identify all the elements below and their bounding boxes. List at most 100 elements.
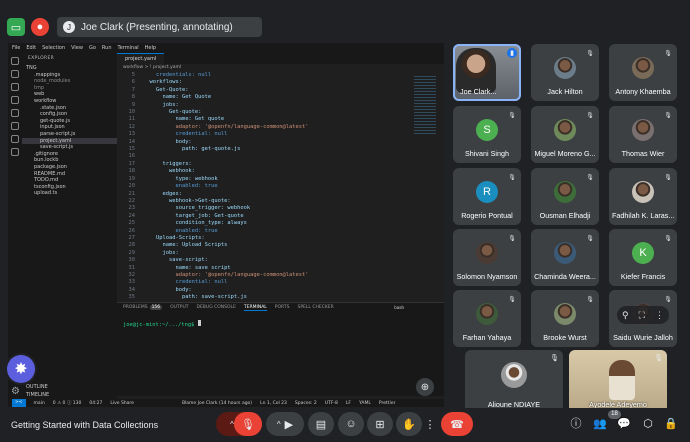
panel-tab-debug-console[interactable]: DEBUG CONSOLE: [197, 305, 236, 310]
file-item[interactable]: README.md: [22, 171, 117, 178]
menu-item-terminal[interactable]: Terminal: [118, 45, 139, 51]
testing-icon[interactable]: [11, 135, 19, 143]
terminal-output[interactable]: joe@jc-mint:~/.../tng$: [117, 312, 444, 336]
file-item[interactable]: package.json: [22, 164, 117, 171]
file-item[interactable]: project.yaml: [22, 137, 117, 145]
menu-item-selection[interactable]: Selection: [42, 45, 65, 51]
file-item[interactable]: config.json: [22, 111, 117, 118]
participant-tile[interactable]: 🎙 Thomas Wier: [609, 106, 677, 163]
more-vert-icon[interactable]: ⋮: [655, 310, 664, 321]
participant-tile[interactable]: 🎙 Jack Hilton: [531, 44, 599, 101]
indent-status[interactable]: Spaces: 2: [295, 401, 317, 406]
minimap[interactable]: [414, 74, 436, 134]
menu-item-edit[interactable]: Edit: [26, 45, 36, 51]
info-icon[interactable]: ⓘ: [569, 416, 583, 430]
file-item[interactable]: upload.ts: [22, 190, 117, 197]
live-share-status[interactable]: Live Share: [110, 401, 134, 406]
panel-tab-spell-checker[interactable]: SPELL CHECKER: [297, 305, 333, 310]
participant-tile[interactable]: 🎙 Miguel Moreno G...: [531, 106, 599, 163]
participant-tile-large[interactable]: Alioune NDIAYE 🎙: [465, 350, 563, 413]
meeting-title[interactable]: Getting Started with Data Collections: [11, 420, 158, 430]
participant-tile[interactable]: 🎙 Solomon Nyamson: [453, 229, 521, 286]
panel-tab-problems[interactable]: PROBLEMS: [123, 305, 148, 310]
language-status[interactable]: YAML: [359, 401, 371, 406]
participant-tile[interactable]: 🎙 Brooke Wurst: [531, 290, 599, 347]
present-button[interactable]: ⊞: [367, 412, 393, 436]
encoding-status[interactable]: UTF-8: [325, 401, 338, 406]
more-options-button[interactable]: ⋮: [425, 412, 436, 436]
record-icon[interactable]: ●: [31, 18, 49, 36]
menu-item-view[interactable]: View: [71, 45, 83, 51]
menu-item-help[interactable]: Help: [145, 45, 156, 51]
timeline-section[interactable]: TIMELINE: [22, 392, 49, 399]
blame-status[interactable]: Blame Joe Clark (14 hours ago): [182, 401, 252, 406]
editor-tab-project-yaml[interactable]: project.yaml: [117, 53, 165, 64]
file-item[interactable]: .state.json: [22, 105, 117, 112]
chat-icon[interactable]: 💬: [617, 416, 631, 430]
zoom-icon[interactable]: ⊕: [416, 378, 434, 396]
file-item[interactable]: TODO.md: [22, 177, 117, 184]
run-debug-icon[interactable]: [11, 96, 19, 104]
panel-tab-ports[interactable]: PORTS: [275, 305, 290, 310]
remote-icon[interactable]: [11, 122, 19, 130]
menu-item-file[interactable]: File: [12, 45, 20, 51]
participant-tile[interactable]: 🎙 Saidu Wurie Jalloh ⚲ ⛶ ⋮: [609, 290, 677, 347]
leave-call-button[interactable]: ☎: [441, 412, 473, 436]
menu-item-go[interactable]: Go: [89, 45, 96, 51]
screen-share-icon[interactable]: ▭: [7, 18, 25, 36]
participant-tile-large[interactable]: Ayodele Adeyemo 🎙: [569, 350, 667, 413]
extensions-icon[interactable]: [11, 109, 19, 117]
participant-tile[interactable]: 🎙 Antony Khaemba: [609, 44, 677, 101]
activities-icon[interactable]: ⬡: [641, 416, 655, 430]
search-icon[interactable]: [11, 70, 19, 78]
file-item[interactable]: parse-script.js: [22, 131, 117, 138]
branch-status[interactable]: main: [34, 401, 45, 406]
outline-section[interactable]: OUTLINE: [22, 384, 48, 391]
participant-tile[interactable]: 🎙 Farhan Yahaya: [453, 290, 521, 347]
remote-indicator[interactable]: ><: [12, 399, 26, 407]
file-item[interactable]: .gitignore: [22, 151, 117, 158]
panel-tab-output[interactable]: OUTPUT: [170, 305, 188, 310]
participant-tile[interactable]: 🎙 Chaminda Weera...: [531, 229, 599, 286]
folder-item[interactable]: node_modules: [22, 78, 117, 85]
participant-tile[interactable]: S 🎙 Shivani Singh: [453, 106, 521, 163]
presenting-indicator[interactable]: J Joe Clark (Presenting, annotating): [57, 17, 262, 37]
live-share-icon[interactable]: [11, 148, 19, 156]
folder-item[interactable]: .mappings: [22, 72, 117, 79]
cursor-position[interactable]: Ln 1, Col 23: [260, 401, 287, 406]
files-icon[interactable]: [11, 57, 19, 65]
raise-hand-button[interactable]: ✋: [396, 412, 422, 436]
captions-button[interactable]: ▤: [308, 412, 334, 436]
reactions-button[interactable]: ☺: [338, 412, 364, 436]
problems-status[interactable]: 0 ⚠ 0 ⓘ 130: [53, 400, 82, 406]
settings-gear-icon[interactable]: ⚙: [11, 386, 20, 397]
camera-toggle-button[interactable]: ^ ▶: [266, 412, 304, 436]
file-item[interactable]: save-script.js: [22, 144, 117, 151]
participant-tile[interactable]: 🎙 Fadhilah K. Laras...: [609, 168, 677, 225]
terminal-name[interactable]: bash: [394, 305, 404, 310]
folder-item[interactable]: workflow: [22, 98, 117, 105]
file-item[interactable]: get-quote.js: [22, 118, 117, 125]
participant-tile[interactable]: ▮ Joe Clark...: [453, 44, 521, 101]
participant-tile[interactable]: K 🎙 Kiefer Francis: [609, 229, 677, 286]
annotation-tools-button[interactable]: ✸: [7, 355, 35, 383]
file-item[interactable]: bun.lockb: [22, 157, 117, 164]
code-editor[interactable]: 5 credentials: null 6 workflows: 7 Get-Quo…: [117, 72, 417, 302]
file-item[interactable]: input.json: [22, 124, 117, 131]
fullscreen-icon[interactable]: ⛶: [639, 310, 645, 321]
people-icon[interactable]: 👥: [593, 416, 607, 430]
source-control-icon[interactable]: [11, 83, 19, 91]
formatter-status[interactable]: Prettier: [379, 401, 396, 406]
pin-icon[interactable]: ⚲: [622, 310, 629, 321]
host-controls-icon[interactable]: 🔒: [664, 416, 678, 430]
participant-tile[interactable]: 🎙 Ousman Elhadji: [531, 168, 599, 225]
breadcrumb[interactable]: workflow > ! project.yaml: [117, 64, 444, 72]
explorer-root[interactable]: TNG: [22, 65, 117, 72]
menu-item-run[interactable]: Run: [102, 45, 112, 51]
panel-tab-terminal[interactable]: TERMINAL: [243, 305, 267, 311]
file-item[interactable]: tsconfig.json: [22, 184, 117, 191]
eol-status[interactable]: LF: [346, 401, 351, 406]
folder-item[interactable]: tmp: [22, 85, 117, 92]
mic-toggle-button[interactable]: 🎙: [234, 412, 262, 436]
folder-item[interactable]: web: [22, 91, 117, 98]
